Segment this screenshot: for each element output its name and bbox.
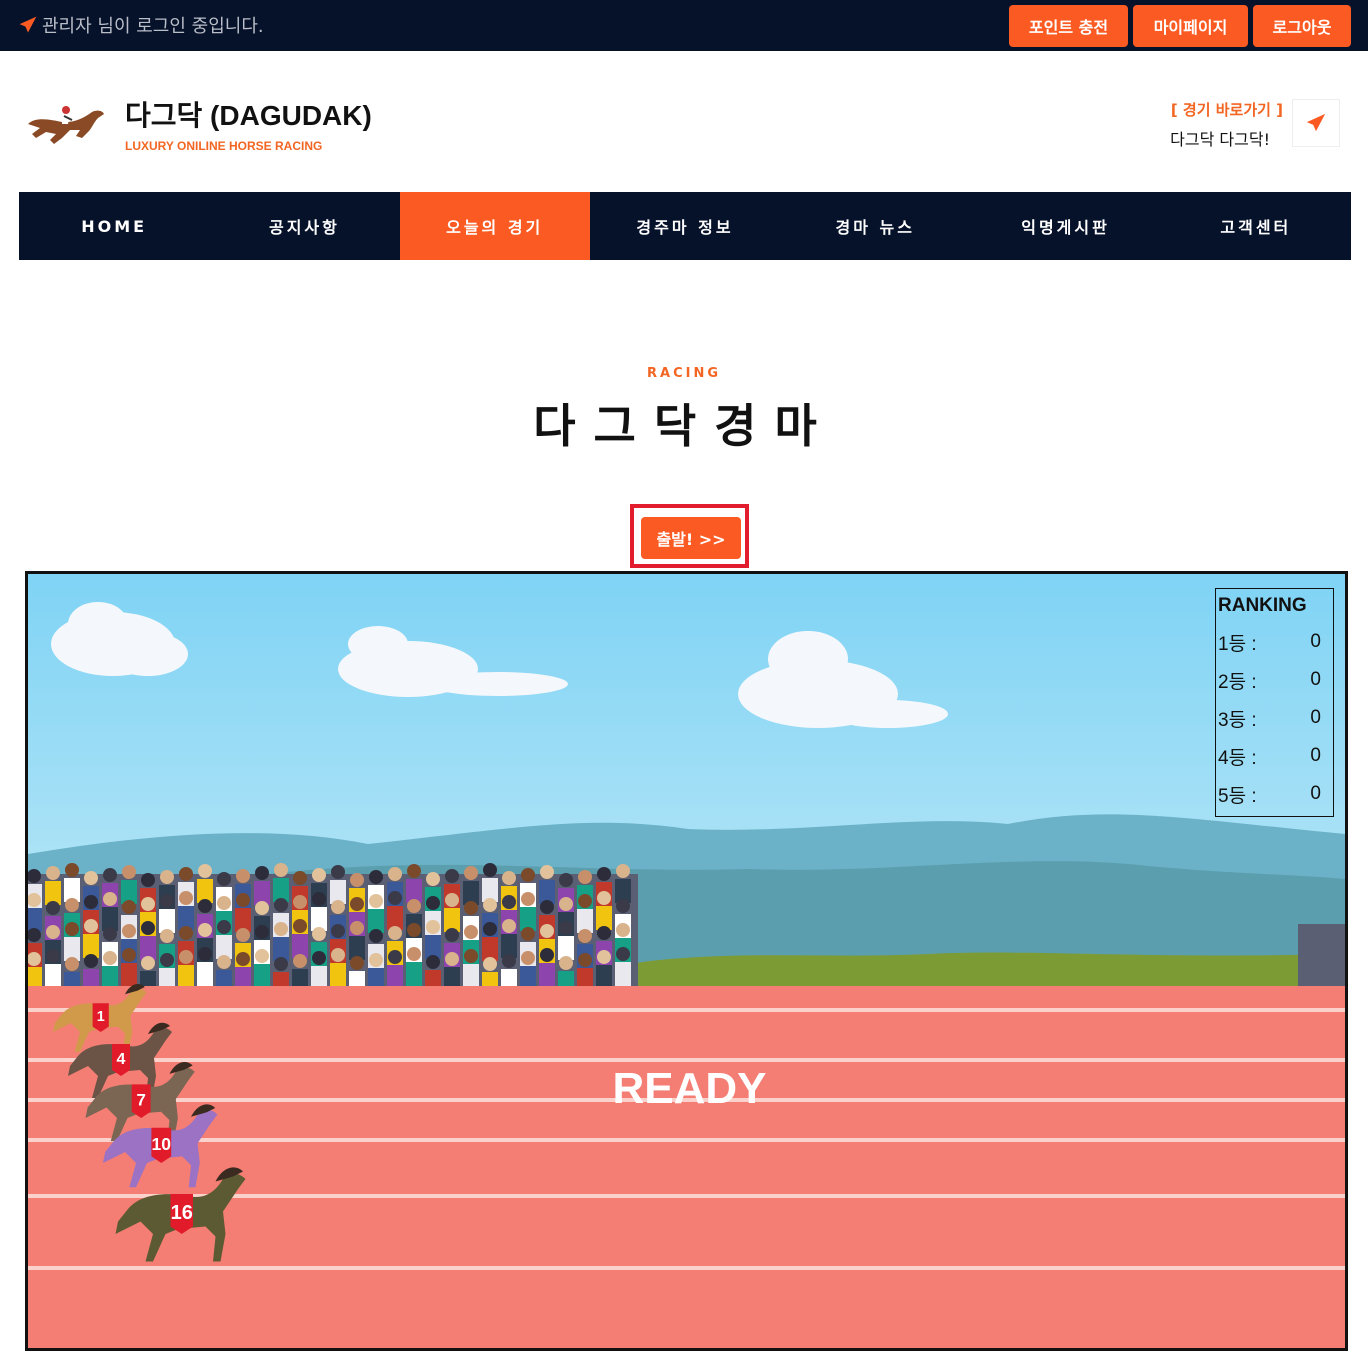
point-charge-button[interactable]: 포인트 충전: [1009, 5, 1128, 47]
race-canvas: 1 4 7 10 16 READY RANKING 1등 :0 2등 :0 3등 :0 …: [25, 571, 1348, 1351]
section-title: 다그닥경마: [533, 399, 835, 453]
nav-item-news[interactable]: 경마 뉴스: [780, 192, 970, 260]
logout-button[interactable]: 로그아웃: [1253, 5, 1351, 47]
login-status-text: 관리자 님이 로그인 중입니다.: [42, 16, 264, 37]
rank-value: 0: [1310, 669, 1321, 690]
rank-place: 4등 :: [1218, 747, 1257, 769]
rank-value: 0: [1310, 745, 1321, 766]
quick-go-button[interactable]: [1292, 99, 1340, 147]
race-background: 1471016: [28, 574, 1345, 1348]
ranking-row: 5등 : 0: [1218, 775, 1331, 813]
nav-item-today-race[interactable]: 오늘의 경기: [399, 192, 590, 260]
race-track: [28, 986, 1345, 1348]
nav-item-home[interactable]: HOME: [19, 192, 209, 260]
main-nav: HOME 공지사항 오늘의 경기 경주마 정보 경마 뉴스 익명게시판 고객센터: [19, 192, 1351, 260]
nav-item-support[interactable]: 고객센터: [1161, 192, 1351, 260]
section-label: RACING: [647, 366, 721, 381]
top-bar: 관리자 님이 로그인 중입니다. 포인트 충전 마이페이지 로그아웃: [0, 0, 1368, 51]
nav-item-notice[interactable]: 공지사항: [209, 192, 399, 260]
rank-value: 0: [1310, 783, 1321, 804]
ranking-title: RANKING: [1218, 595, 1307, 616]
race-status: READY: [612, 1064, 767, 1113]
horse-number: 10: [152, 1134, 172, 1154]
horse-number: 1: [97, 1009, 105, 1025]
ranking-row: 3등 : 0: [1218, 699, 1331, 737]
start-button[interactable]: 출발! >>: [641, 517, 741, 559]
race-quick-link[interactable]: [ 경기 바로가기 ]: [1171, 99, 1283, 120]
paper-plane-icon: [19, 16, 37, 33]
rank-place: 2등 :: [1218, 671, 1257, 693]
ranking-row: 4등 : 0: [1218, 737, 1331, 775]
nav-item-horse-info[interactable]: 경주마 정보: [590, 192, 780, 260]
nav-item-board[interactable]: 익명게시판: [970, 192, 1160, 260]
mypage-button[interactable]: 마이페이지: [1133, 5, 1248, 47]
site-subtitle: LUXURY ONILINE HORSE RACING: [125, 139, 323, 153]
ranking-row: 1등 : 0: [1218, 623, 1331, 661]
horse-logo-icon[interactable]: [22, 98, 108, 150]
login-status: 관리자 님이 로그인 중입니다.: [18, 12, 264, 38]
rank-value: 0: [1310, 631, 1321, 652]
rank-place: 3등 :: [1218, 709, 1257, 731]
quick-text: 다그닥 다그닥!: [1170, 130, 1270, 149]
rank-place: 1등 :: [1218, 633, 1257, 655]
horse-number: 16: [171, 1202, 193, 1224]
paper-plane-icon: [1306, 113, 1326, 132]
rank-place: 5등 :: [1218, 785, 1257, 807]
rank-value: 0: [1310, 707, 1321, 728]
site-title[interactable]: 다그닥 (DAGUDAK): [125, 94, 372, 134]
ranking-board: RANKING 1등 : 0 2등 : 0 3등 : 0 4등 : 0 5등 : 0: [1215, 588, 1334, 817]
ranking-row: 2등 : 0: [1218, 661, 1331, 699]
